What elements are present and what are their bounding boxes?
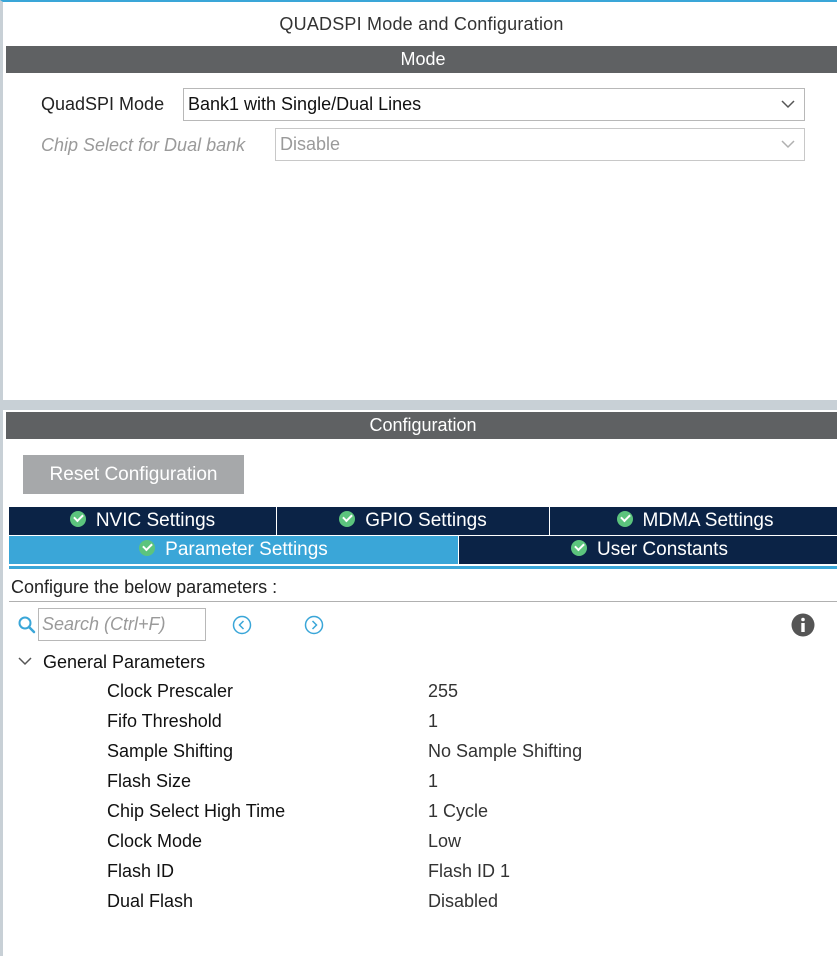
chevron-down-icon bbox=[781, 100, 795, 109]
param-name: Dual Flash bbox=[107, 891, 194, 911]
tabs-underline bbox=[9, 566, 837, 569]
panel-splitter[interactable] bbox=[0, 400, 837, 410]
quadspi-mode-value: Bank1 with Single/Dual Lines bbox=[188, 94, 422, 114]
tab-gpio-settings[interactable]: GPIO Settings bbox=[277, 507, 550, 535]
param-row[interactable]: Chip Select High Time 1 Cycle bbox=[3, 796, 837, 826]
chip-select-select: Disable bbox=[275, 128, 805, 161]
configuration-panel: Configuration Reset Configuration NVIC S… bbox=[0, 410, 837, 956]
check-circle-icon bbox=[571, 540, 588, 556]
param-value: Flash ID 1 bbox=[428, 861, 511, 881]
next-icon[interactable] bbox=[304, 615, 324, 635]
reset-configuration-button[interactable]: Reset Configuration bbox=[23, 455, 244, 494]
param-value: 1 Cycle bbox=[428, 801, 489, 821]
quadspi-mode-select[interactable]: Bank1 with Single/Dual Lines bbox=[183, 88, 805, 121]
check-circle-icon bbox=[616, 511, 633, 527]
check-circle-icon bbox=[69, 511, 86, 527]
chip-select-label: Chip Select for Dual bank bbox=[41, 135, 246, 155]
check-circle-icon bbox=[139, 540, 156, 556]
tab-label: MDMA Settings bbox=[642, 510, 774, 531]
param-name: Sample Shifting bbox=[107, 741, 234, 761]
param-value: 1 bbox=[428, 711, 439, 731]
mode-section-header: Mode bbox=[6, 46, 837, 73]
chevron-down-icon bbox=[781, 140, 795, 149]
param-row[interactable]: Clock Prescaler 255 bbox=[3, 676, 837, 706]
tab-parameter-settings[interactable]: Parameter Settings bbox=[9, 536, 459, 564]
param-row[interactable]: Flash ID Flash ID 1 bbox=[3, 856, 837, 886]
param-row[interactable]: Fifo Threshold 1 bbox=[3, 706, 837, 736]
param-value: 255 bbox=[428, 681, 459, 701]
param-name: Flash Size bbox=[107, 771, 192, 791]
configuration-section-header: Configuration bbox=[6, 412, 837, 439]
info-icon[interactable] bbox=[791, 613, 815, 637]
param-value: Disabled bbox=[428, 891, 499, 911]
quadspi-mode-label: QuadSPI Mode bbox=[41, 94, 165, 114]
param-name: Chip Select High Time bbox=[107, 801, 286, 821]
tab-nvic-settings[interactable]: NVIC Settings bbox=[9, 507, 277, 535]
group-title: General Parameters bbox=[43, 652, 206, 672]
tab-user-constants[interactable]: User Constants bbox=[459, 536, 837, 564]
param-row[interactable]: Sample Shifting No Sample Shifting bbox=[3, 736, 837, 766]
param-name: Clock Prescaler bbox=[107, 681, 234, 701]
search-input[interactable] bbox=[38, 608, 206, 641]
window-title: QUADSPI Mode and Configuration bbox=[279, 14, 564, 34]
tab-label: GPIO Settings bbox=[365, 510, 487, 531]
tab-label: NVIC Settings bbox=[95, 510, 216, 531]
configure-instructions: Configure the below parameters : bbox=[9, 571, 837, 602]
general-parameters-group[interactable]: General Parameters bbox=[17, 650, 205, 674]
previous-icon[interactable] bbox=[232, 615, 252, 635]
search-icon[interactable] bbox=[17, 615, 37, 635]
param-row[interactable]: Dual Flash Disabled bbox=[3, 886, 837, 916]
tab-mdma-settings[interactable]: MDMA Settings bbox=[550, 507, 837, 535]
tab-label: Parameter Settings bbox=[165, 539, 328, 560]
mode-panel: QUADSPI Mode and Configuration Mode Quad… bbox=[0, 0, 837, 400]
param-value: Low bbox=[428, 831, 462, 851]
check-circle-icon bbox=[339, 511, 356, 527]
param-row[interactable]: Clock Mode Low bbox=[3, 826, 837, 856]
param-value: 1 bbox=[428, 771, 439, 791]
param-name: Clock Mode bbox=[107, 831, 203, 851]
param-row[interactable]: Flash Size 1 bbox=[3, 766, 837, 796]
chip-select-value: Disable bbox=[280, 134, 341, 154]
param-value: No Sample Shifting bbox=[428, 741, 583, 761]
tab-label: User Constants bbox=[597, 539, 728, 560]
chevron-down-icon bbox=[18, 657, 32, 666]
param-name: Fifo Threshold bbox=[107, 711, 222, 731]
param-name: Flash ID bbox=[107, 861, 175, 881]
